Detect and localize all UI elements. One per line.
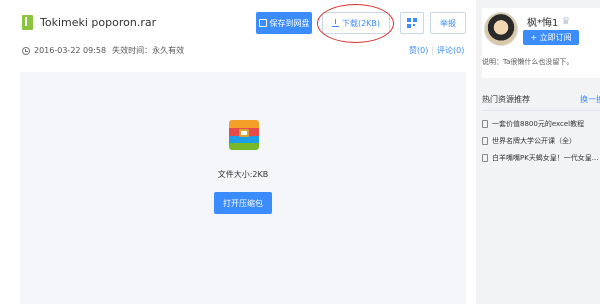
file-size: 文件大小:2KB xyxy=(217,170,269,179)
file-type-icon xyxy=(22,15,33,30)
open-archive-button[interactable]: 打开压缩包 xyxy=(214,192,272,214)
save-to-disk-button[interactable]: 保存到网盘 xyxy=(256,12,312,34)
user-name[interactable]: 枫*悔1 xyxy=(527,14,558,29)
file-name: Tokimeki poporon.rar xyxy=(40,16,157,29)
qr-code-button[interactable] xyxy=(400,12,424,34)
vip-crown-icon: ♛ xyxy=(561,15,571,27)
archive-icon xyxy=(229,120,259,150)
qr-code-icon xyxy=(407,18,417,28)
clock-icon xyxy=(22,46,30,55)
hot-resource-label: 白羊嘴嘴PK天蝎女皇！一代女皇... xyxy=(492,154,599,162)
user-name-row: 枫*悔1 ♛ xyxy=(527,14,573,29)
file-stats: 赞(0) | 评论(0) xyxy=(409,45,464,56)
like-link[interactable]: 赞(0) xyxy=(409,46,428,55)
file-preview: 文件大小:2KB 打开压缩包 xyxy=(20,72,466,304)
annotation-circle xyxy=(317,4,394,43)
upload-date: 2016-03-22 09:58 xyxy=(34,46,107,55)
hot-resource-label: 世界名牌大学公开课（全） xyxy=(492,137,576,145)
hot-resource-label: 一套价值8800元的excel教程 xyxy=(492,120,585,128)
divider xyxy=(482,110,600,111)
comment-link[interactable]: 评论(0) xyxy=(437,46,464,55)
document-icon xyxy=(482,120,488,128)
hot-resource-item[interactable]: 世界名牌大学公开课（全） xyxy=(482,136,576,146)
stats-divider: | xyxy=(431,46,435,55)
hot-resource-item[interactable]: 白羊嘴嘴PK天蝎女皇！一代女皇... xyxy=(482,153,599,163)
save-label: 保存到网盘 xyxy=(269,18,310,28)
document-icon xyxy=(482,137,488,145)
document-icon xyxy=(482,154,488,162)
avatar[interactable] xyxy=(484,12,518,46)
hot-resources-title: 热门资源推荐 xyxy=(482,95,530,104)
file-meta: 2016-03-22 09:58 失效时间：永久有效 xyxy=(22,45,184,56)
save-icon xyxy=(258,19,267,27)
report-button[interactable]: 举报 xyxy=(430,12,466,34)
validity-text: 失效时间：永久有效 xyxy=(112,46,185,55)
hot-resource-item[interactable]: 一套价值8800元的excel教程 xyxy=(482,119,584,129)
refresh-recommendations-link[interactable]: 换一换 xyxy=(580,94,600,105)
subscribe-button[interactable]: + 立即订阅 xyxy=(523,30,579,45)
user-description: 说明：Ta很懒什么也没留下。 xyxy=(482,58,574,66)
